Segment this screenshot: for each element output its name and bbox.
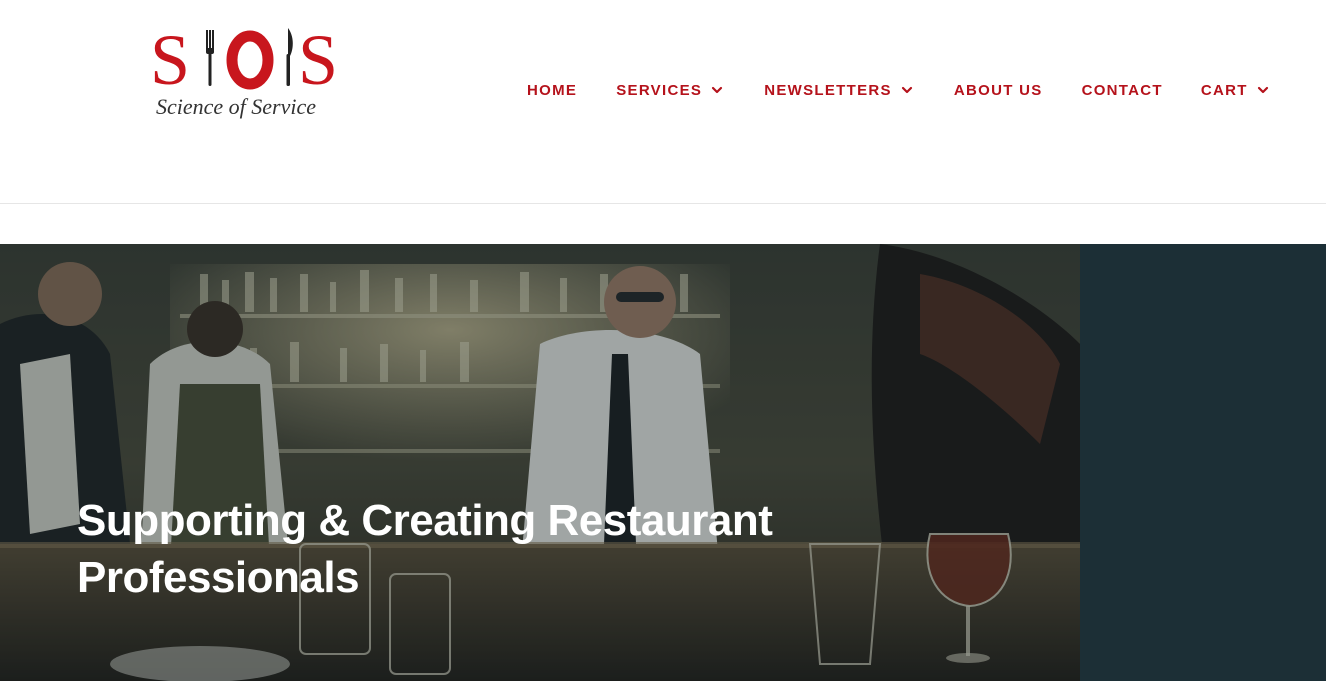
chevron-down-icon (901, 86, 912, 94)
site-header: S S Science of Service HOME SERVICES NEW… (0, 0, 1326, 204)
nav-home[interactable]: HOME (527, 82, 577, 99)
logo-mark: S S (150, 22, 338, 94)
hero-title: Supporting & Creating Restaurant Profess… (77, 492, 777, 606)
nav-cart[interactable]: CART (1201, 82, 1270, 99)
hero-overlay (0, 244, 1080, 681)
svg-text:S: S (150, 22, 190, 94)
nav-newsletters-label: NEWSLETTERS (764, 81, 892, 99)
nav-newsletters[interactable]: NEWSLETTERS (764, 82, 914, 99)
nav-contact-label: CONTACT (1081, 81, 1163, 99)
nav-home-label: HOME (527, 81, 578, 99)
nav-services[interactable]: SERVICES (616, 82, 724, 99)
chevron-down-icon (712, 86, 723, 94)
site-logo[interactable]: S S Science of Service (150, 22, 350, 126)
restaurant-bar-photo (0, 244, 1080, 681)
main-nav: HOME SERVICES NEWSLETTERS ABOUT US CONTA… (527, 78, 1270, 102)
nav-cart-label: CART (1200, 81, 1248, 99)
hero-title-line2: Professionals (77, 553, 360, 602)
nav-about-us-label: ABOUT US (953, 81, 1043, 99)
hero-title-line1: Supporting & Creating Restaurant (77, 496, 773, 545)
hero-banner: Supporting & Creating Restaurant Profess… (0, 244, 1326, 681)
nav-services-label: SERVICES (616, 81, 703, 99)
logo-tagline: Science of Service (156, 94, 317, 119)
nav-about-us[interactable]: ABOUT US (954, 82, 1043, 99)
fork-icon (206, 30, 214, 86)
nav-contact[interactable]: CONTACT (1082, 82, 1163, 99)
chevron-down-icon (1257, 86, 1268, 94)
svg-text:S: S (298, 22, 338, 94)
knife-icon (286, 28, 293, 86)
